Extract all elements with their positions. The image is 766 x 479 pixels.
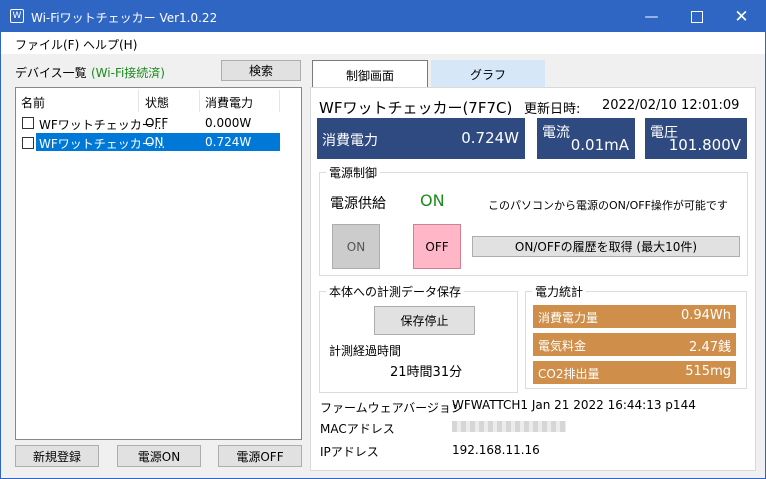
off-button[interactable]: OFF <box>413 224 461 269</box>
firmware-value: WFWATTCH1 Jan 21 2022 16:44:13 p144 <box>452 398 696 412</box>
list-item-selected[interactable]: WFワットチェッカー... ON 0.724W <box>36 133 280 151</box>
control-panel: WFワットチェッカー(7F7C) 更新日時: 2022/02/10 12:01:… <box>310 87 756 471</box>
menu-bar: ファイル(F) ヘルプ(H) <box>1 32 765 54</box>
menu-help[interactable]: ヘルプ(H) <box>83 36 137 53</box>
mac-label: MACアドレス <box>320 422 395 436</box>
title-bar: W Wi-Fiワットチェッカー Ver1.0.22 — ✕ <box>1 1 765 32</box>
ip-value: 192.168.11.16 <box>452 443 540 457</box>
current-label: 電流 <box>542 125 570 141</box>
device-list-heading: デバイス一覧 <box>15 66 87 80</box>
register-button[interactable]: 新規登録 <box>15 445 99 467</box>
stat-energy: 消費電力量 0.94Wh <box>533 305 736 328</box>
history-button[interactable]: ON/OFFの履歴を取得 (最大10件) <box>472 236 740 257</box>
power-tile: 消費電力 0.724W <box>317 118 525 159</box>
power-control-group: 電源制御 電源供給 ON このパソコンから電源のON/OFF操作が可能です ON… <box>319 164 748 276</box>
ip-label: IPアドレス <box>320 445 379 459</box>
device-list[interactable]: 名前 状態 消費電力 WFワットチェッカー... OFF 0.000W WFワッ… <box>15 87 302 440</box>
maximize-icon[interactable] <box>674 1 719 32</box>
close-icon[interactable]: ✕ <box>719 1 764 32</box>
elapsed-value: 21時間31分 <box>390 365 463 380</box>
current-value: 0.01mA <box>570 136 629 154</box>
elapsed-label: 計測経過時間 <box>329 344 402 358</box>
stop-save-button[interactable]: 保存停止 <box>374 306 475 335</box>
row-checkbox[interactable] <box>22 117 34 129</box>
list-item[interactable]: WFワットチェッカー... OFF 0.000W <box>20 114 280 132</box>
column-header-name[interactable]: 名前 <box>21 94 45 111</box>
app-icon: W <box>10 9 24 23</box>
stat-label: 電気料金 <box>538 339 587 353</box>
current-tile: 電流 0.01mA <box>537 118 635 159</box>
column-header-power[interactable]: 消費電力 <box>205 94 253 111</box>
mac-value-blurred <box>452 421 566 432</box>
column-header-state[interactable]: 状態 <box>145 94 169 111</box>
row-checkbox[interactable] <box>22 137 34 149</box>
stat-co2: CO2排出量 515mg <box>533 361 736 384</box>
device-title: WFワットチェッカー(7F7C) <box>319 99 513 117</box>
save-title: 本体への計測データ保存 <box>326 283 465 300</box>
power-on-button[interactable]: 電源ON <box>117 445 201 467</box>
tab-control[interactable]: 制御画面 <box>312 60 428 89</box>
voltage-tile: 電圧 101.800V <box>645 118 747 159</box>
voltage-value: 101.800V <box>668 136 741 154</box>
connection-status: (Wi-Fi接続済) <box>91 66 165 80</box>
row-state: ON <box>145 135 164 149</box>
app-window: W Wi-Fiワットチェッカー Ver1.0.22 — ✕ ファイル(F) ヘル… <box>0 0 766 479</box>
stat-value: 0.94Wh <box>680 308 731 323</box>
stat-cost: 電気料金 2.47銭 <box>533 333 736 356</box>
save-group: 本体への計測データ保存 保存停止 計測経過時間 21時間31分 <box>319 283 518 393</box>
column-divider <box>199 90 200 112</box>
window-title: Wi-Fiワットチェッカー Ver1.0.22 <box>31 11 218 25</box>
search-button[interactable]: 検索 <box>221 60 301 81</box>
menu-file[interactable]: ファイル(F) <box>15 36 79 53</box>
power-control-title: 電源制御 <box>326 164 381 181</box>
column-divider <box>138 90 139 112</box>
updated-label: 更新日時: <box>524 102 581 117</box>
power-control-note: このパソコンから電源のON/OFF操作が可能です <box>488 199 728 212</box>
power-label: 消費電力 <box>322 133 378 149</box>
power-value: 0.724W <box>461 129 519 147</box>
firmware-label: ファームウェアバージョン <box>320 401 463 415</box>
tab-graph[interactable]: グラフ <box>431 60 545 88</box>
minimize-icon[interactable]: — <box>629 1 674 32</box>
stat-label: 消費電力量 <box>538 311 599 325</box>
row-power: 0.724W <box>205 135 252 149</box>
stats-title: 電力統計 <box>532 283 587 300</box>
updated-value: 2022/02/10 12:01:09 <box>602 98 740 113</box>
stats-group: 電力統計 消費電力量 0.94Wh 電気料金 2.47銭 CO2排出量 515m… <box>525 283 747 389</box>
stat-value: 515mg <box>685 364 731 379</box>
power-off-button[interactable]: 電源OFF <box>218 445 302 467</box>
on-button[interactable]: ON <box>332 224 380 269</box>
column-divider <box>279 90 280 112</box>
supply-state: ON <box>420 191 445 210</box>
stat-label: CO2排出量 <box>538 367 600 381</box>
row-power: 0.000W <box>205 116 252 130</box>
stat-value: 2.47銭 <box>689 340 731 355</box>
supply-label: 電源供給 <box>330 196 386 212</box>
row-state: OFF <box>145 116 169 130</box>
